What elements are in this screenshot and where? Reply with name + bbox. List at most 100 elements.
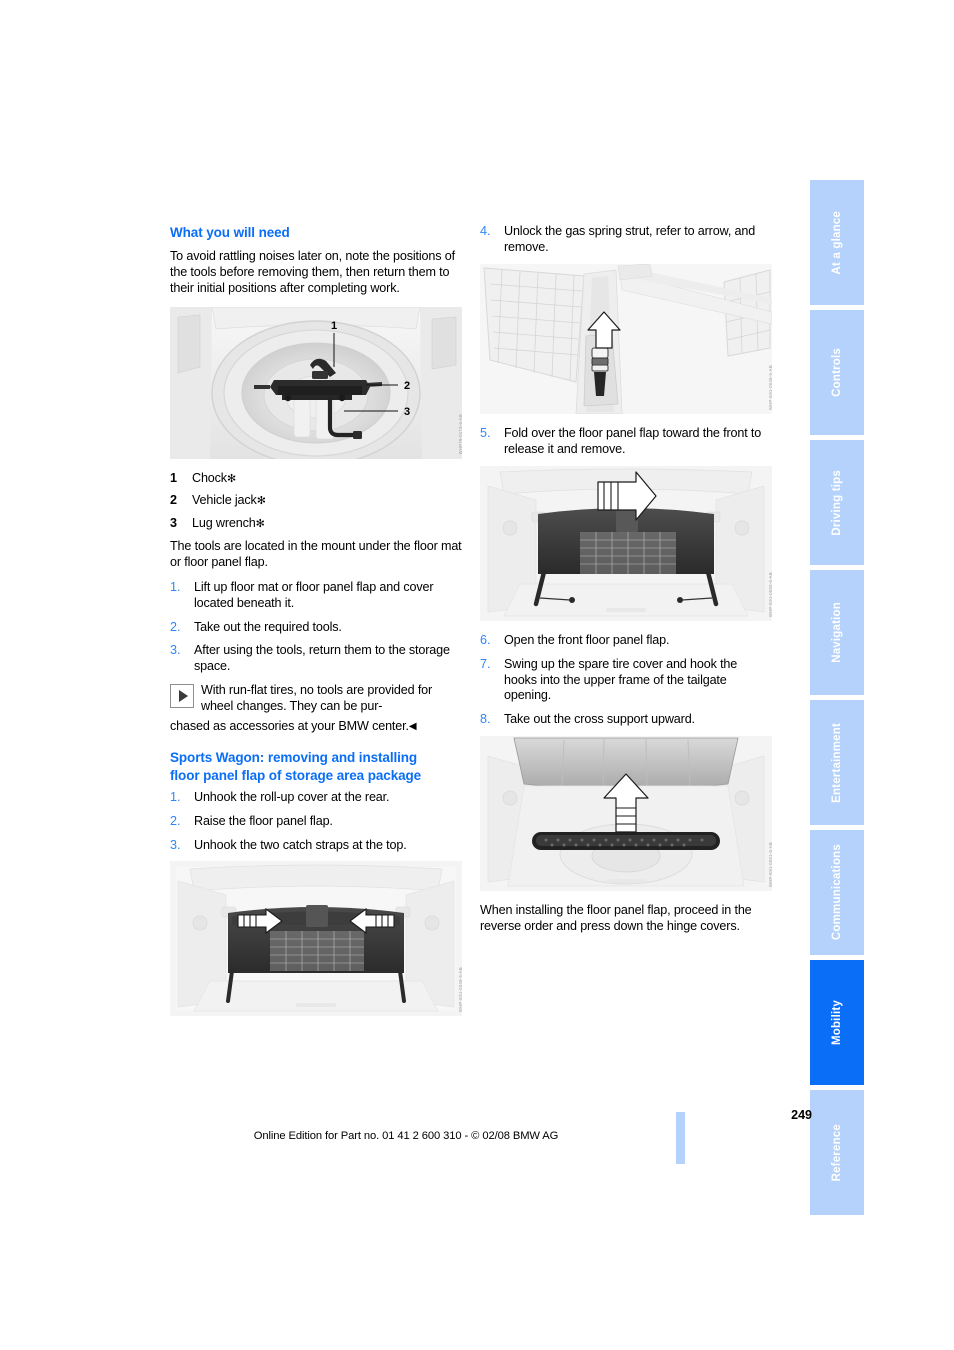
step-number: 6.	[480, 632, 491, 647]
figure-catch-straps-art	[170, 861, 462, 1017]
legend-label: Vehicle jack✻	[192, 493, 462, 509]
sports-wagon-heading-line2: floor panel flap of storage area package	[170, 767, 422, 783]
note-triangle-icon	[170, 684, 194, 709]
step-4-list: 4. Unlock the gas spring strut, refer to…	[480, 224, 772, 256]
tools-location-paragraph: The tools are located in the mount under…	[170, 538, 462, 569]
sidebar-tab-label: Controls	[831, 348, 843, 397]
list-item: 3. Unhook the two catch straps at the to…	[170, 838, 462, 854]
figure-code: WHP-E91-0048-6-AB	[768, 364, 772, 410]
step-text: Open the front floor panel flap.	[504, 632, 670, 647]
note-block: With run-flat tires, no tools are provid…	[170, 683, 462, 715]
figure-code: WHP79-0173-6-AB	[458, 414, 462, 455]
step-number: 4.	[480, 224, 491, 238]
sidebar-tab-reference[interactable]: Reference	[810, 1090, 864, 1215]
figure-tool-storage-art: 1 2 3	[170, 306, 462, 459]
step-text: Take out the cross support upward.	[504, 712, 695, 727]
sidebar-tab-driving-tips[interactable]: Driving tips	[810, 440, 864, 565]
sidebar-tab-label: Navigation	[831, 602, 843, 663]
list-item: 1. Unhook the roll-up cover at the rear.	[170, 790, 462, 806]
sidebar-tab-mobility[interactable]: Mobility	[810, 960, 864, 1085]
legend-label-text: Chock	[192, 470, 227, 485]
step-number: 3.	[170, 837, 181, 852]
figure-fold-floor-panel-flap-art	[480, 465, 772, 621]
sidebar-tab-label: At a glance	[831, 210, 843, 275]
tool-steps-list: 1. Lift up floor mat or floor panel flap…	[170, 580, 462, 676]
figure-fold-floor-panel-flap: WHP-E91-0050-6-AB	[480, 465, 772, 621]
sidebar-tab-label: Entertainment	[831, 722, 843, 803]
list-item: 2. Raise the floor panel flap.	[170, 814, 462, 830]
list-item: 2. Take out the required tools.	[170, 620, 462, 636]
step-number: 3.	[170, 643, 181, 658]
list-item: 6. Open the front floor panel flap.	[480, 633, 772, 649]
step-text: Lift up floor mat or floor panel flap an…	[194, 579, 434, 610]
svg-text:1: 1	[331, 320, 337, 332]
legend-label-text: Vehicle jack	[192, 493, 257, 508]
figure-tool-storage: 1 2 3 WHP79-0173-6-AB	[170, 306, 462, 459]
step-number: 2.	[170, 813, 181, 828]
sidebar-tab-label: Driving tips	[831, 469, 843, 536]
list-item: 7. Swing up the spare tire cover and hoo…	[480, 657, 772, 705]
step-text: Raise the floor panel flap.	[194, 813, 333, 828]
list-item: 8. Take out the cross support upward.	[480, 712, 772, 728]
left-column: What you will need To avoid rattling noi…	[170, 224, 462, 1028]
legend-item: 1 Chock✻	[170, 471, 462, 487]
legend-item: 2 Vehicle jack✻	[170, 493, 462, 509]
step-number: 1.	[170, 579, 181, 594]
figure-code: WHP-E91-0049-6-AB	[458, 967, 462, 1013]
legend-number: 3	[170, 516, 178, 531]
legend-label: Lug wrench✻	[192, 516, 462, 532]
sidebar-tab-communications[interactable]: Communications	[810, 830, 864, 955]
step-text: Unhook the two catch straps at the top.	[194, 837, 407, 852]
step-text: Unlock the gas spring strut, refer to ar…	[504, 224, 756, 254]
edition-line: Online Edition for Part no. 01 41 2 600 …	[253, 1130, 559, 1142]
step-number: 8.	[480, 712, 491, 727]
optional-equipment-star: ✻	[226, 472, 237, 485]
legend-item: 3 Lug wrench✻	[170, 516, 462, 532]
sidebar-tab-label: Communications	[831, 844, 843, 941]
step-number: 7.	[480, 656, 491, 671]
right-column: 4. Unlock the gas spring strut, refer to…	[480, 224, 772, 945]
note-tail-text: chased as accessories at your BMW center…	[170, 719, 409, 734]
list-item: 1. Lift up floor mat or floor panel flap…	[170, 580, 462, 612]
figure-cross-support: WHP-E91-0051-6-AB	[480, 736, 772, 892]
figure-catch-straps: WHP-E91-0049-6-AB	[170, 861, 462, 1017]
list-item: 4. Unlock the gas spring strut, refer to…	[480, 224, 772, 256]
figure-code: WHP-E91-0051-6-AB	[768, 842, 772, 888]
sidebar-tab-label: Reference	[831, 1123, 843, 1182]
step-text: Take out the required tools.	[194, 619, 342, 634]
legend-number: 2	[170, 493, 178, 508]
list-item: 5. Fold over the floor panel flap toward…	[480, 426, 772, 458]
steps-6-8-list: 6. Open the front floor panel flap. 7. S…	[480, 633, 772, 729]
figure-cross-support-art	[480, 736, 772, 892]
sidebar-tab-label: Mobility	[831, 999, 843, 1046]
step-number: 1.	[170, 789, 181, 804]
step-number: 5.	[480, 425, 491, 440]
legend-label-text: Lug wrench	[192, 516, 256, 531]
sidebar-tab-at-a-glance[interactable]: At a glance	[810, 180, 864, 305]
page-number: 249	[791, 1108, 812, 1122]
note-text: With run-flat tires, no tools are provid…	[201, 683, 433, 714]
sidebar-tab-navigation[interactable]: Navigation	[810, 570, 864, 695]
sidebar-tab-controls[interactable]: Controls	[810, 310, 864, 435]
intro-paragraph: To avoid rattling noises later on, note …	[170, 248, 455, 295]
legend-label: Chock✻	[192, 471, 462, 487]
figure-code: WHP-E91-0050-6-AB	[768, 571, 772, 617]
svg-text:3: 3	[404, 406, 410, 418]
step-text: After using the tools, return them to th…	[194, 643, 450, 674]
sports-wagon-heading: Sports Wagon: removing and installing fl…	[170, 749, 462, 785]
figure-gas-spring-strut-art	[480, 263, 772, 414]
list-item: 3. After using the tools, return them to…	[170, 643, 462, 675]
note-tail-line: chased as accessories at your BMW center…	[170, 719, 462, 735]
optional-equipment-star: ✻	[255, 518, 265, 531]
page-title: What you will need	[170, 225, 290, 240]
step-text: Unhook the roll-up cover at the rear.	[194, 789, 390, 804]
figure-gas-spring-strut: WHP-E91-0048-6-AB	[480, 263, 772, 414]
manual-page: At a glance Controls Driving tips Naviga…	[0, 0, 954, 1350]
legend-number: 1	[170, 470, 178, 485]
closing-paragraph: When installing the floor panel flap, pr…	[480, 903, 752, 934]
sidebar-tab-entertainment[interactable]: Entertainment	[810, 700, 864, 825]
section-tab-rail: At a glance Controls Driving tips Naviga…	[810, 180, 864, 1215]
step-text: Swing up the spare tire cover and hook t…	[504, 656, 738, 703]
step-5-list: 5. Fold over the floor panel flap toward…	[480, 426, 772, 458]
sports-wagon-heading-line1: Sports Wagon: removing and installing	[170, 750, 418, 766]
